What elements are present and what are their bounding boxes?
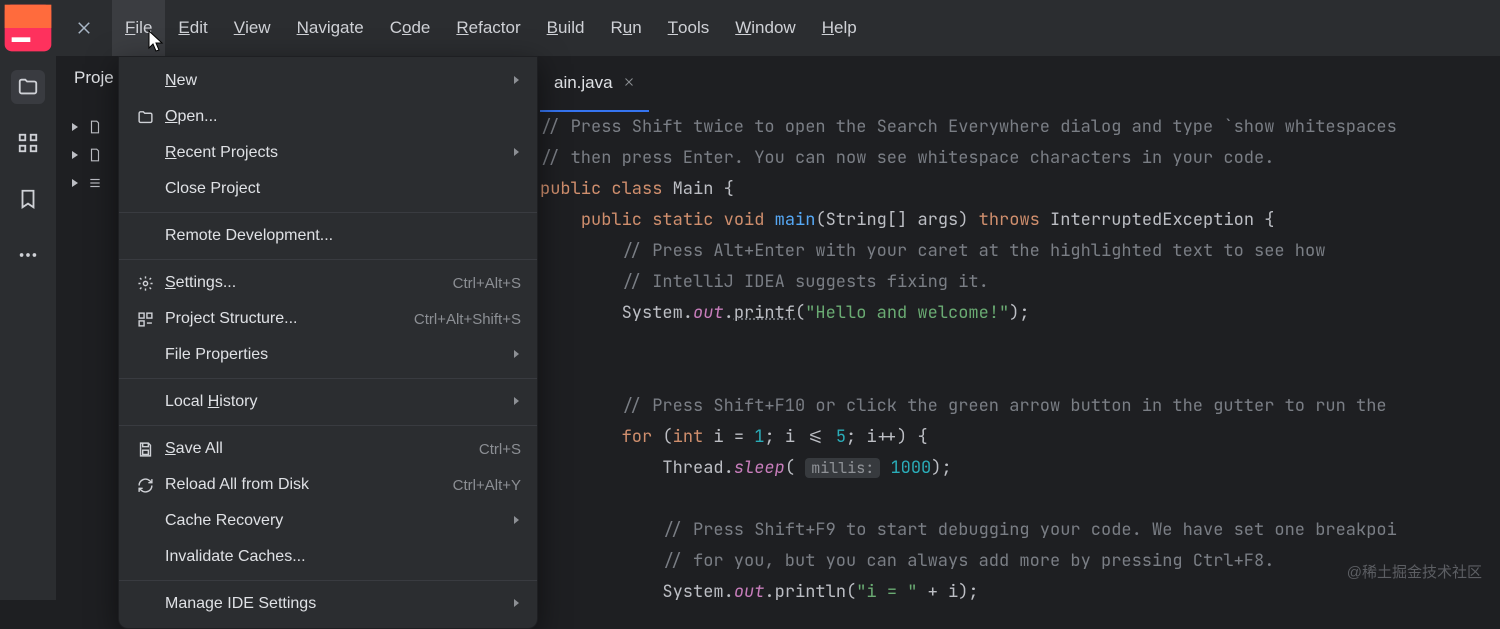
menu-item-label: Invalidate Caches... bbox=[165, 548, 521, 566]
tree-row[interactable] bbox=[70, 176, 102, 190]
tree-row[interactable] bbox=[70, 120, 102, 134]
menu-item-settings-[interactable]: Settings... Ctrl+Alt+S bbox=[119, 265, 537, 301]
menu-item-file-properties[interactable]: File Properties bbox=[119, 337, 537, 373]
menu-item-label: File Properties bbox=[165, 346, 501, 364]
menu-shortcut: Ctrl+Alt+Y bbox=[453, 477, 521, 494]
project-panel-title: Proje bbox=[56, 56, 121, 112]
menu-item-close-project[interactable]: Close Project bbox=[119, 171, 537, 207]
menu-item-label: Local History bbox=[165, 393, 501, 411]
more-icon[interactable] bbox=[11, 238, 45, 272]
project-tree bbox=[70, 120, 102, 190]
menu-item-open-[interactable]: Open... bbox=[119, 99, 537, 135]
structure-icon bbox=[135, 311, 155, 328]
chevron-right-icon bbox=[511, 72, 521, 90]
chevron-right-icon bbox=[511, 512, 521, 530]
folder-icon bbox=[135, 109, 155, 126]
chevron-right-icon bbox=[511, 595, 521, 613]
menu-tools[interactable]: Tools bbox=[655, 0, 723, 56]
menu-refactor[interactable]: Refactor bbox=[443, 0, 533, 56]
menu-run[interactable]: Run bbox=[597, 0, 654, 56]
menu-item-save-all[interactable]: Save All Ctrl+S bbox=[119, 431, 537, 467]
menu-item-label: Close Project bbox=[165, 180, 521, 198]
menu-separator bbox=[119, 425, 537, 426]
menu-item-reload-all-from-disk[interactable]: Reload All from Disk Ctrl+Alt+Y bbox=[119, 467, 537, 503]
reload-icon bbox=[135, 477, 155, 494]
chevron-right-icon bbox=[511, 393, 521, 411]
tab-close-icon[interactable] bbox=[623, 73, 635, 93]
title-bar: FileEditViewNavigateCodeRefactorBuildRun… bbox=[0, 0, 1500, 56]
code-line: // then press Enter. You can now see whi… bbox=[540, 143, 1500, 174]
app-logo bbox=[0, 0, 56, 56]
menu-help[interactable]: Help bbox=[809, 0, 870, 56]
code-line: System.out.printf("Hello and welcome!"); bbox=[540, 298, 1500, 329]
code-line: // Press Shift twice to open the Search … bbox=[540, 112, 1500, 143]
menu-item-remote-development-[interactable]: Remote Development... bbox=[119, 218, 537, 254]
code-line: // Press Alt+Enter with your caret at th… bbox=[540, 236, 1500, 267]
menu-build[interactable]: Build bbox=[534, 0, 598, 56]
chevron-right-icon bbox=[511, 346, 521, 364]
menu-item-label: Manage IDE Settings bbox=[165, 595, 501, 613]
editor-tab-strip: ain.java bbox=[540, 56, 649, 112]
close-icon[interactable] bbox=[56, 0, 112, 56]
menu-item-new[interactable]: New bbox=[119, 63, 537, 99]
menu-item-label: Cache Recovery bbox=[165, 512, 501, 530]
code-line: for (int i = 1; i <= 5; i++) { bbox=[540, 422, 1500, 453]
menu-item-label: New bbox=[165, 72, 501, 90]
menu-item-label: Settings... bbox=[165, 274, 443, 292]
code-line bbox=[540, 360, 1500, 391]
code-line: Thread.sleep( millis: 1000); bbox=[540, 453, 1500, 484]
menu-bar: FileEditViewNavigateCodeRefactorBuildRun… bbox=[112, 0, 870, 56]
menu-item-label: Save All bbox=[165, 440, 469, 458]
menu-separator bbox=[119, 378, 537, 379]
menu-item-manage-ide-settings[interactable]: Manage IDE Settings bbox=[119, 586, 537, 622]
code-line: // Press Shift+F9 to start debugging you… bbox=[540, 515, 1500, 546]
menu-item-local-history[interactable]: Local History bbox=[119, 384, 537, 420]
menu-item-label: Reload All from Disk bbox=[165, 476, 443, 494]
structure-tool-icon[interactable] bbox=[11, 126, 45, 160]
save-icon bbox=[135, 441, 155, 458]
menu-navigate[interactable]: Navigate bbox=[284, 0, 377, 56]
menu-separator bbox=[119, 580, 537, 581]
left-tool-rail bbox=[0, 56, 56, 600]
watermark-text: @稀土掘金技术社区 bbox=[1347, 561, 1482, 582]
mouse-cursor-icon bbox=[148, 30, 166, 58]
code-line: // IntelliJ IDEA suggests fixing it. bbox=[540, 267, 1500, 298]
code-editor[interactable]: // Press Shift twice to open the Search … bbox=[540, 112, 1500, 608]
tree-row[interactable] bbox=[70, 148, 102, 162]
menu-item-project-structure-[interactable]: Project Structure... Ctrl+Alt+Shift+S bbox=[119, 301, 537, 337]
bookmarks-tool-icon[interactable] bbox=[11, 182, 45, 216]
menu-window[interactable]: Window bbox=[722, 0, 808, 56]
chevron-right-icon bbox=[511, 144, 521, 162]
menu-edit[interactable]: Edit bbox=[165, 0, 220, 56]
menu-shortcut: Ctrl+Alt+S bbox=[453, 275, 521, 292]
menu-code[interactable]: Code bbox=[377, 0, 444, 56]
code-line bbox=[540, 484, 1500, 515]
code-line bbox=[540, 329, 1500, 360]
menu-item-recent-projects[interactable]: Recent Projects bbox=[119, 135, 537, 171]
menu-view[interactable]: View bbox=[221, 0, 284, 56]
menu-item-label: Recent Projects bbox=[165, 144, 501, 162]
file-menu-dropdown: New Open... Recent Projects Close Project Re… bbox=[118, 56, 538, 629]
editor-tab[interactable]: ain.java bbox=[540, 56, 649, 112]
code-line: // Press Shift+F10 or click the green ar… bbox=[540, 391, 1500, 422]
menu-item-label: Project Structure... bbox=[165, 310, 404, 328]
gear-icon bbox=[135, 275, 155, 292]
project-tool-icon[interactable] bbox=[11, 70, 45, 104]
menu-item-label: Remote Development... bbox=[165, 227, 521, 245]
menu-item-cache-recovery[interactable]: Cache Recovery bbox=[119, 503, 537, 539]
tab-label: ain.java bbox=[554, 73, 613, 93]
menu-item-label: Open... bbox=[165, 108, 521, 126]
code-line: ▸ public static void main(String[] args)… bbox=[540, 205, 1500, 236]
menu-separator bbox=[119, 259, 537, 260]
code-line: ▸public class Main { bbox=[540, 174, 1500, 205]
menu-item-invalidate-caches-[interactable]: Invalidate Caches... bbox=[119, 539, 537, 575]
menu-shortcut: Ctrl+S bbox=[479, 441, 521, 458]
menu-shortcut: Ctrl+Alt+Shift+S bbox=[414, 311, 521, 328]
menu-separator bbox=[119, 212, 537, 213]
